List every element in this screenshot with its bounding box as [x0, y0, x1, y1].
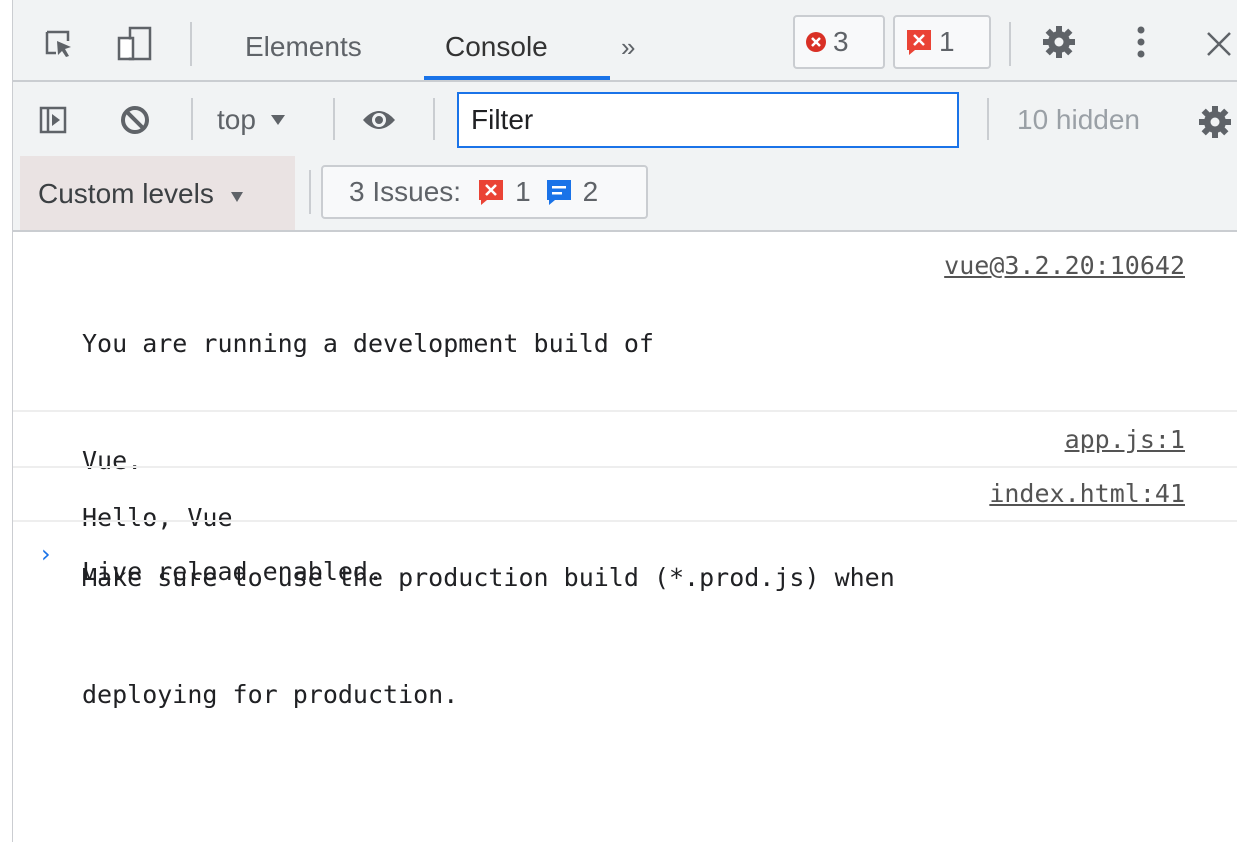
- active-tab-indicator: [424, 76, 610, 80]
- clear-console-icon[interactable]: [117, 102, 153, 138]
- issues-error-count: 1: [515, 176, 531, 207]
- toolbar-divider: [333, 98, 335, 140]
- eye-icon[interactable]: [361, 102, 397, 138]
- inspect-element-icon[interactable]: [41, 26, 77, 62]
- issues-info-count: 2: [582, 176, 599, 207]
- show-sidebar-icon[interactable]: [35, 102, 71, 138]
- console-message: You are running a development build of V…: [13, 232, 1237, 709]
- error-icon: [806, 32, 826, 52]
- context-label: top: [217, 104, 256, 135]
- toolbar-divider: [433, 98, 435, 140]
- tab-console[interactable]: Console: [445, 27, 548, 67]
- error-count: 3: [833, 26, 849, 57]
- levels-bar: Custom levels 3 Issues: 1 2: [13, 156, 1237, 232]
- message-source-link[interactable]: vue@3.2.20:10642: [944, 246, 1185, 285]
- issues-counter-button[interactable]: 1: [893, 15, 991, 69]
- filter-input[interactable]: Filter: [457, 92, 959, 148]
- devtools-tabbar: Elements Console » 3 1: [13, 0, 1237, 82]
- message-line: You are running a development build of: [82, 329, 654, 358]
- issue-error-icon: [479, 180, 504, 205]
- toolbar-divider: [987, 98, 989, 140]
- devtools-panel: Elements Console » 3 1 top Filter 10 hid…: [0, 0, 1237, 842]
- console-errors-button[interactable]: 3: [793, 15, 885, 69]
- context-selector[interactable]: top: [217, 100, 286, 140]
- dropdown-arrow-icon: [230, 192, 243, 202]
- device-toolbar-icon[interactable]: [117, 26, 153, 62]
- levels-divider: [309, 170, 311, 214]
- log-levels-dropdown[interactable]: Custom levels: [20, 156, 295, 230]
- message-source-link[interactable]: app.js:1: [1065, 420, 1185, 459]
- more-tabs-chevron-icon[interactable]: »: [621, 27, 635, 67]
- console-message: Hello, Vue app.js:1: [13, 412, 1237, 532]
- hidden-messages-count: 10 hidden: [1017, 104, 1141, 135]
- message-line: deploying for production.: [82, 680, 459, 709]
- gear-icon[interactable]: [1041, 24, 1077, 60]
- log-levels-label: Custom levels: [38, 178, 214, 209]
- tab-elements[interactable]: Elements: [245, 27, 362, 67]
- console-toolbar: top Filter 10 hidden: [13, 82, 1237, 156]
- toolbar-divider: [191, 98, 193, 140]
- message-source-link[interactable]: index.html:41: [989, 474, 1185, 513]
- tabbar-divider: [1009, 22, 1011, 66]
- tabbar-divider: [190, 22, 192, 66]
- console-settings-gear-icon[interactable]: [1197, 104, 1237, 140]
- more-vertical-icon[interactable]: [1123, 24, 1159, 60]
- issues-label: 3 Issues:: [349, 176, 462, 207]
- issue-count: 1: [939, 26, 955, 57]
- issues-button[interactable]: 3 Issues: 1 2: [321, 165, 648, 219]
- dropdown-arrow-icon: [270, 115, 285, 125]
- console-messages: You are running a development build of V…: [13, 232, 1237, 842]
- issue-error-icon: [907, 30, 931, 55]
- issue-info-icon: [546, 180, 571, 205]
- console-input[interactable]: [73, 532, 1217, 572]
- close-icon[interactable]: [1201, 26, 1237, 62]
- console-message: Live reload enabled. index.html:41: [13, 468, 1237, 586]
- console-prompt-icon: ›: [41, 540, 51, 568]
